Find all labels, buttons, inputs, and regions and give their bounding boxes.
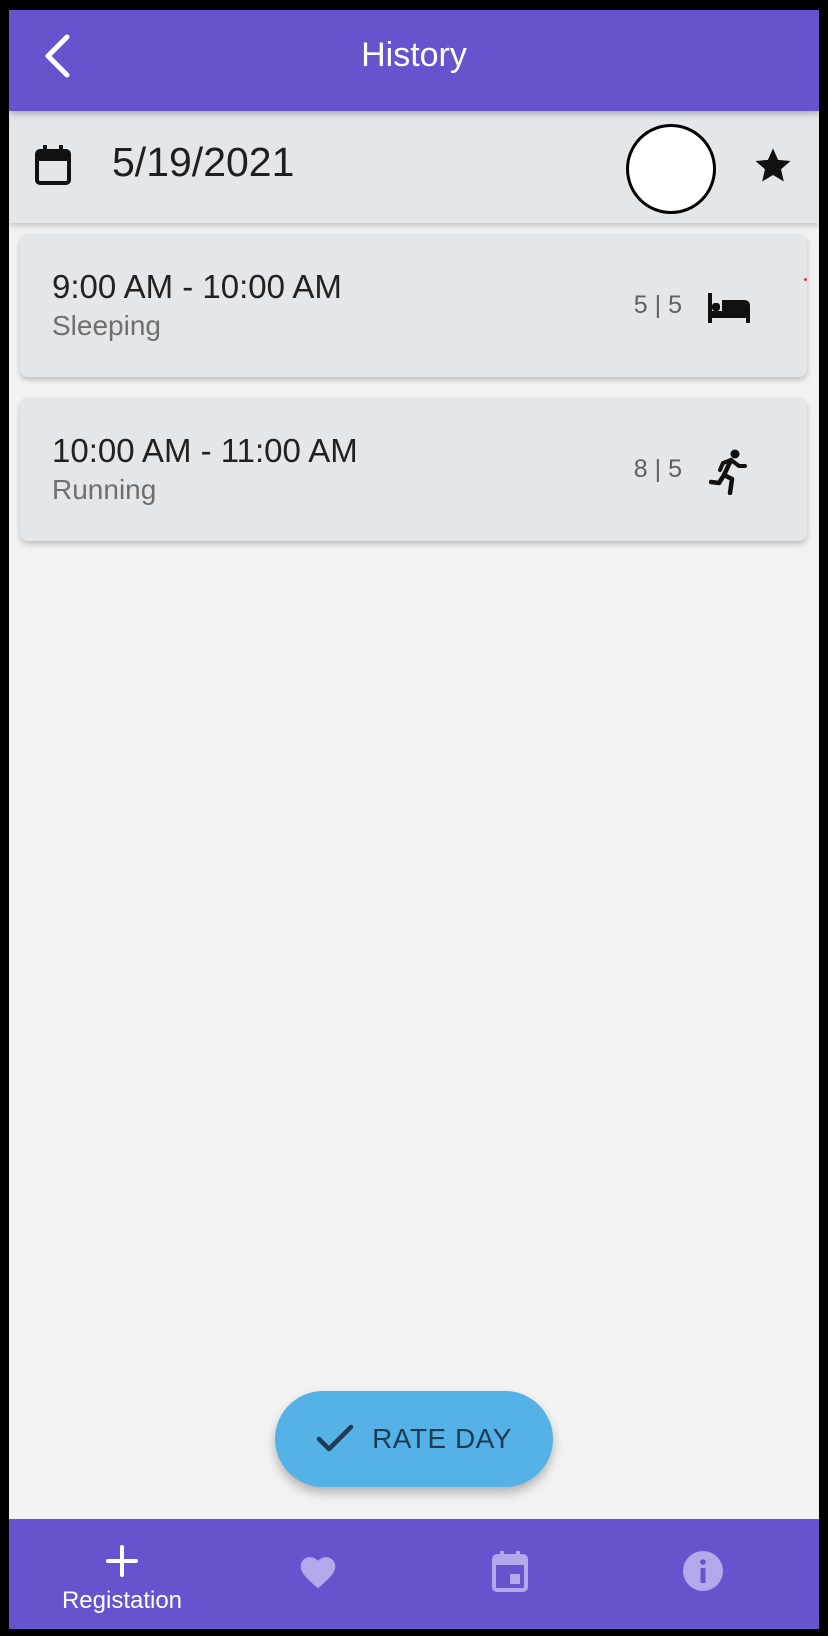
rate-day-label: RATE DAY [372, 1423, 512, 1454]
app-bar: History [9, 10, 819, 111]
entry-score: 5 | 5 [633, 291, 682, 319]
heart-icon [217, 1547, 419, 1595]
rate-day-button[interactable]: RATE DAY [275, 1391, 553, 1487]
calendar-icon [35, 145, 71, 185]
entry-time-range: 10:00 AM - 11:00 AM [52, 432, 358, 469]
entry-score: 8 | 5 [633, 455, 682, 483]
bottom-navigation: Registation [9, 1519, 819, 1629]
calendar-button[interactable] [31, 143, 75, 187]
nav-item-registration[interactable]: Registation [21, 1519, 223, 1629]
plus-icon [21, 1537, 223, 1585]
page-title: History [361, 36, 467, 74]
entry-activity-name: Sleeping [52, 310, 161, 341]
calendar-event-icon [409, 1547, 611, 1595]
nav-item-calendar[interactable] [409, 1519, 611, 1629]
info-icon [602, 1547, 804, 1595]
favorite-button[interactable] [749, 141, 797, 189]
entry-time-range: 9:00 AM - 10:00 AM [52, 268, 342, 305]
date-bar: 5/19/2021 [9, 111, 819, 223]
day-rating-circle[interactable] [626, 124, 716, 214]
nav-item-favorites[interactable] [217, 1519, 419, 1629]
indicator-dot [804, 278, 807, 281]
selected-date[interactable]: 5/19/2021 [112, 139, 294, 186]
nav-item-info[interactable] [602, 1519, 804, 1629]
star-icon [755, 148, 791, 182]
nav-item-label: Registation [61, 1587, 183, 1614]
app-screen: History 5/19/2021 9:00 AM - 10:00 AM Sle… [9, 10, 819, 1629]
activity-entry-card[interactable]: 9:00 AM - 10:00 AM Sleeping 5 | 5 [20, 234, 807, 377]
entry-activity-name: Running [52, 474, 157, 505]
bed-icon [703, 282, 755, 334]
running-icon [703, 446, 755, 498]
activity-entry-card[interactable]: 10:00 AM - 11:00 AM Running 8 | 5 [20, 398, 807, 541]
check-icon [316, 1424, 354, 1452]
